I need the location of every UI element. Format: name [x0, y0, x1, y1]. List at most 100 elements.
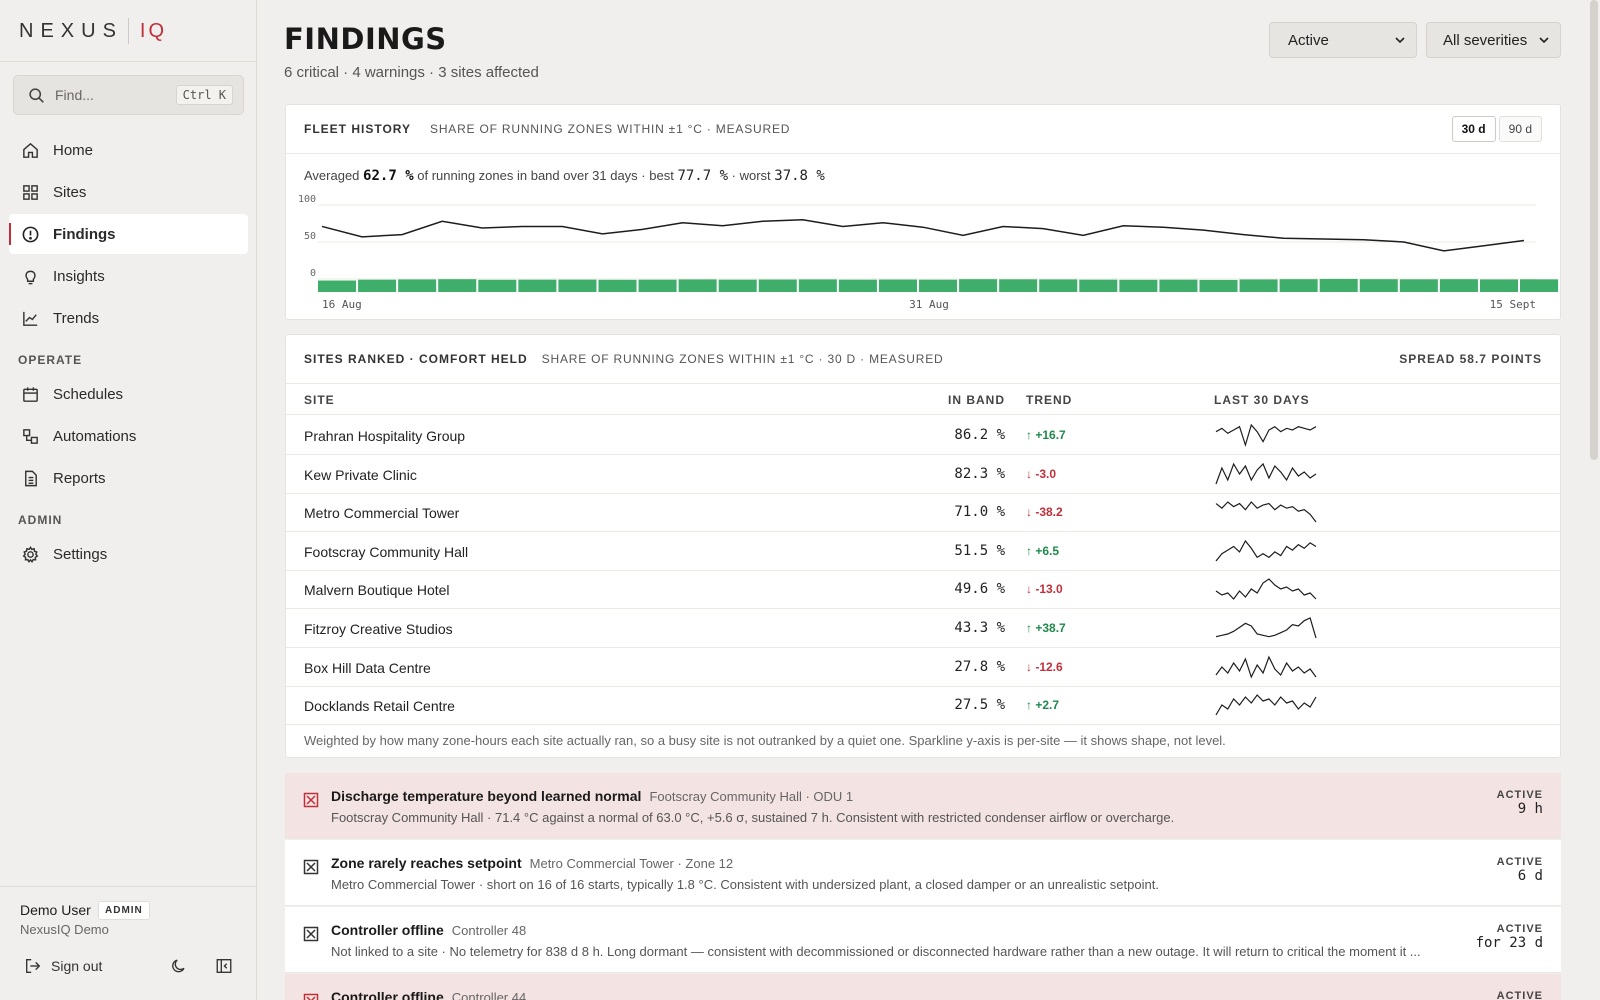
table-row[interactable]: Footscray Community Hall 51.5 % ↑ +6.5	[286, 532, 1560, 571]
column-header-site[interactable]: SITE	[304, 393, 335, 407]
table-row[interactable]: Fitzroy Creative Studios 43.3 % ↑ +38.7	[286, 609, 1560, 648]
table-row[interactable]: Kew Private Clinic 82.3 % ↓ -3.0	[286, 455, 1560, 494]
section-label-admin: ADMIN	[18, 513, 63, 527]
divider	[0, 886, 256, 887]
sidebar-item-label: Reports	[53, 469, 106, 487]
history-bar	[1159, 279, 1198, 292]
finding-source: Controller 44	[451, 990, 527, 1000]
collapse-sidebar-button[interactable]	[215, 957, 235, 977]
table-footnote: Weighted by how many zone-hours each sit…	[304, 733, 1226, 748]
table-row[interactable]: Metro Commercial Tower 71.0 % ↓ -38.2	[286, 493, 1560, 533]
finding-description: Footscray Community Hall · 71.4 °C again…	[331, 810, 1175, 825]
trend-value: ↓ -3.0	[1026, 466, 1057, 481]
history-bar	[919, 279, 958, 292]
trend-value: ↑ +2.7	[1026, 698, 1060, 713]
sidebar-item-automations[interactable]: Automations	[9, 416, 248, 456]
sidebar-item-insights[interactable]: Insights	[9, 256, 248, 296]
user-name: Demo User	[20, 902, 91, 918]
finding-title-text: Controller offline	[331, 922, 444, 938]
user-org: NexusIQ Demo	[20, 922, 109, 937]
table-row[interactable]: Malvern Boutique Hotel 49.6 % ↓ -13.0	[286, 570, 1560, 610]
site-name[interactable]: Box Hill Data Centre	[304, 660, 431, 676]
site-name[interactable]: Metro Commercial Tower	[304, 505, 459, 521]
sidebar-item-reports[interactable]: Reports	[9, 458, 248, 498]
finding-title-text: Controller offline	[331, 989, 444, 1000]
site-name[interactable]: Docklands Retail Centre	[304, 698, 455, 714]
site-name[interactable]: Footscray Community Hall	[304, 544, 468, 560]
site-name[interactable]: Kew Private Clinic	[304, 467, 417, 483]
severity-icon	[303, 859, 319, 875]
history-bar	[1079, 279, 1118, 292]
range-toggle: 30 d 90 d	[1451, 116, 1542, 142]
history-bar	[318, 280, 357, 292]
status-filter-select[interactable]: Active	[1269, 22, 1417, 58]
sidebar-item-sites[interactable]: Sites	[9, 172, 248, 212]
sidebar-item-findings[interactable]: Findings	[9, 214, 248, 254]
range-30d-button[interactable]: 30 d	[1451, 116, 1496, 142]
status-filter-value: Active	[1288, 31, 1329, 49]
severity-filter-select[interactable]: All severities	[1426, 22, 1561, 58]
trend-value: ↓ -12.6	[1026, 659, 1063, 674]
search-input[interactable]: Find... Ctrl K	[13, 75, 244, 115]
history-bar	[959, 279, 998, 292]
logo-suffix: IQ	[139, 19, 168, 42]
history-bar	[838, 279, 877, 292]
sign-out-icon	[26, 959, 41, 973]
fleet-history-card: FLEET HISTORY SHARE OF RUNNING ZONES WIT…	[285, 104, 1561, 320]
finding-status: ACTIVE	[1496, 789, 1543, 801]
trend-value: ↓ -13.0	[1026, 582, 1063, 597]
history-bar	[678, 279, 717, 292]
table-row[interactable]: Docklands Retail Centre 27.5 % ↑ +2.7	[286, 686, 1560, 726]
site-name[interactable]: Prahran Hospitality Group	[304, 428, 465, 444]
chevron-down-icon	[1395, 37, 1405, 44]
page-subtitle: 6 critical · 4 warnings · 3 sites affect…	[284, 64, 539, 81]
finding-item[interactable]: Discharge temperature beyond learned nor…	[285, 773, 1561, 839]
table-row[interactable]: Prahran Hospitality Group 86.2 % ↑ +16.7	[286, 416, 1560, 455]
range-90d-button[interactable]: 90 d	[1498, 116, 1542, 142]
scrollbar[interactable]	[1590, 0, 1598, 460]
finding-title[interactable]: Controller offline Controller 48	[331, 922, 526, 938]
sparkline-path	[1215, 501, 1317, 523]
summary-middle: of running zones in band over 31 days · …	[417, 168, 674, 183]
section-label-operate: OPERATE	[18, 353, 83, 367]
sidebar-item-schedules[interactable]: Schedules	[9, 374, 248, 414]
site-name[interactable]: Fitzroy Creative Studios	[304, 621, 453, 637]
sparkline	[1215, 694, 1317, 716]
sidebar-item-trends[interactable]: Trends	[9, 298, 248, 338]
finding-item[interactable]: Zone rarely reaches setpoint Metro Commer…	[285, 840, 1561, 906]
sidebar-item-settings[interactable]: Settings	[9, 534, 248, 574]
sidebar-collapse-icon	[216, 959, 232, 973]
card-header: FLEET HISTORY SHARE OF RUNNING ZONES WIT…	[286, 105, 1560, 154]
history-bar	[358, 279, 397, 292]
page-title: FINDINGS	[284, 22, 447, 56]
sidebar-item-home[interactable]: Home	[9, 130, 248, 170]
summary-worst: · worst	[731, 168, 771, 183]
history-bar	[598, 279, 637, 292]
trend-value: ↓ -38.2	[1026, 505, 1063, 520]
severity-filter-value: All severities	[1443, 31, 1528, 49]
finding-title[interactable]: Zone rarely reaches setpoint Metro Commer…	[331, 855, 733, 871]
finding-item[interactable]: Controller offline Controller 44 ACTIVE	[285, 974, 1561, 1000]
sparkline	[1215, 617, 1317, 639]
x-tick-label: 16 Aug	[322, 298, 362, 311]
y-tick-label: 0	[310, 268, 316, 279]
finding-age: 6 d	[1517, 868, 1543, 884]
sidebar-item-label: Automations	[53, 427, 137, 445]
role-badge: ADMIN	[98, 901, 150, 920]
finding-item[interactable]: Controller offline Controller 48 Not linke…	[285, 907, 1561, 973]
history-bar	[1399, 279, 1438, 292]
sign-out-button[interactable]: Sign out	[24, 957, 102, 975]
history-bar	[1279, 279, 1318, 292]
finding-title-text: Discharge temperature beyond learned nor…	[331, 788, 642, 804]
column-header-trend[interactable]: TREND	[1026, 393, 1072, 407]
logo[interactable]: NEXUS IQ	[19, 18, 167, 44]
finding-title[interactable]: Controller offline Controller 44	[331, 989, 526, 1000]
column-header-in-band[interactable]: IN BAND	[948, 393, 1005, 407]
sidebar-item-label: Findings	[53, 225, 116, 243]
site-name[interactable]: Malvern Boutique Hotel	[304, 582, 450, 598]
history-bar	[1239, 279, 1278, 292]
table-row[interactable]: Box Hill Data Centre 27.8 % ↓ -12.6	[286, 648, 1560, 687]
finding-description: Metro Commercial Tower · short on 16 of …	[331, 877, 1159, 892]
finding-title[interactable]: Discharge temperature beyond learned nor…	[331, 788, 853, 804]
theme-toggle-button[interactable]	[170, 957, 190, 977]
